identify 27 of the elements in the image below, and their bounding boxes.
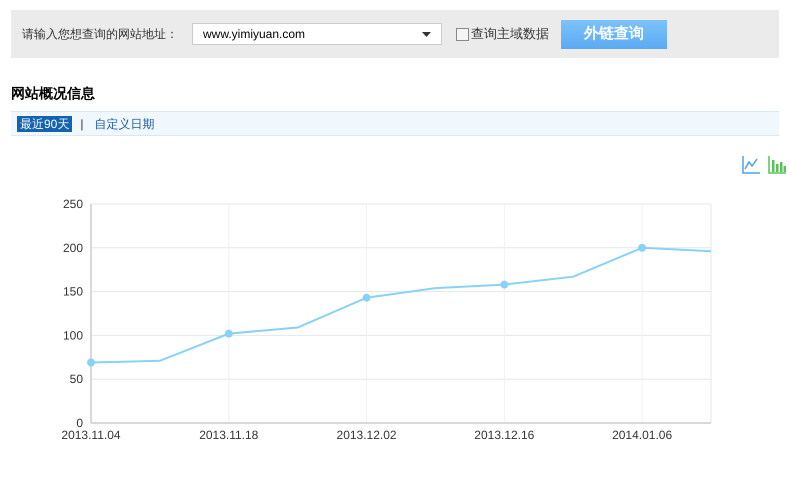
data-point bbox=[87, 358, 95, 367]
data-point bbox=[224, 330, 233, 338]
y-tick-label: 0 bbox=[76, 416, 83, 430]
x-tick-label: 2013.11.18 bbox=[199, 428, 258, 442]
y-tick-label: 150 bbox=[62, 284, 83, 299]
section-title: 网站概况信息 bbox=[11, 84, 96, 102]
bar-chart-icon[interactable] bbox=[768, 155, 787, 174]
main-domain-label: 查询主域数据 bbox=[471, 25, 549, 44]
site-address-label: 请输入您想查询的网站地址： bbox=[22, 26, 179, 43]
x-tick-label: 2013.11.04 bbox=[61, 428, 121, 442]
data-point bbox=[500, 280, 508, 289]
main-domain-checkbox[interactable] bbox=[456, 28, 469, 40]
data-point bbox=[362, 294, 371, 302]
y-tick-label: 250 bbox=[62, 197, 83, 211]
site-select[interactable]: www.yimiyuan.com bbox=[192, 23, 442, 45]
x-tick-label: 2013.12.02 bbox=[336, 428, 397, 442]
line-chart-icon[interactable] bbox=[742, 155, 761, 174]
data-point bbox=[638, 244, 646, 252]
y-tick-label: 200 bbox=[62, 240, 83, 255]
dropdown-caret-icon bbox=[422, 32, 431, 36]
date-range-tab[interactable]: 最近90天 bbox=[17, 116, 72, 132]
y-tick-label: 50 bbox=[70, 372, 83, 386]
tab-separator: | bbox=[80, 116, 84, 132]
x-tick-label: 2013.12.16 bbox=[474, 428, 534, 442]
y-tick-label: 100 bbox=[62, 328, 83, 342]
x-tick-label: 2014.01.06 bbox=[612, 428, 672, 442]
date-range-tab[interactable]: 自定义日期 bbox=[91, 116, 158, 132]
